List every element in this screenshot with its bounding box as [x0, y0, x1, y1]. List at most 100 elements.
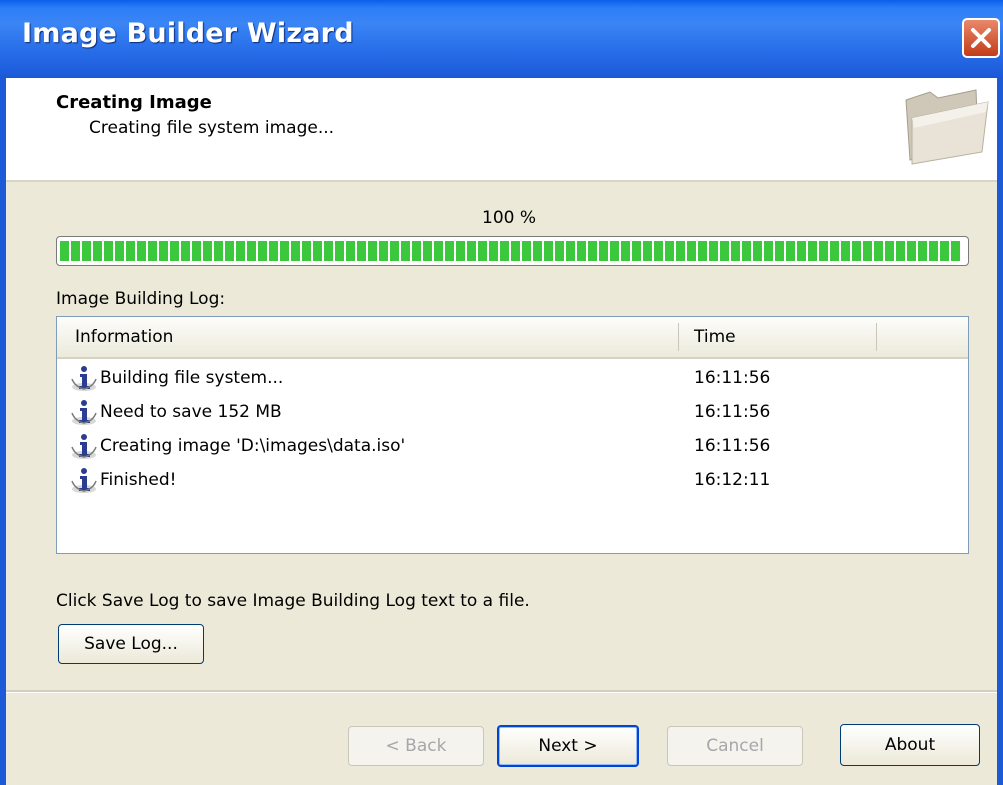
progress-segment: [489, 241, 498, 261]
save-log-hint: Click Save Log to save Image Building Lo…: [56, 591, 530, 611]
progress-segment: [544, 241, 553, 261]
progress-segment: [577, 241, 586, 261]
log-list-header: Information Time: [57, 317, 968, 359]
progress-segment: [621, 241, 630, 261]
progress-segment: [478, 241, 487, 261]
progress-segment: [929, 241, 938, 261]
progress-segment: [423, 241, 432, 261]
progress-segment: [434, 241, 443, 261]
about-button[interactable]: About: [840, 724, 980, 766]
log-time: 16:11:56: [694, 402, 771, 422]
progress-segment: [148, 241, 157, 261]
progress-percent: 100 %: [482, 208, 537, 228]
progress-segment: [236, 241, 245, 261]
progress-segment: [71, 241, 80, 261]
progress-segment: [104, 241, 113, 261]
progress-segment: [940, 241, 949, 261]
wizard-header: Creating Image Creating file system imag…: [6, 78, 997, 182]
progress-segment: [797, 241, 806, 261]
progress-segment: [357, 241, 366, 261]
progress-segment: [390, 241, 399, 261]
log-row[interactable]: Need to save 152 MB 16:11:56: [57, 396, 968, 430]
progress-segment: [247, 241, 256, 261]
progress-segment: [819, 241, 828, 261]
log-row[interactable]: Building file system... 16:11:56: [57, 362, 968, 396]
log-row[interactable]: Finished! 16:12:11: [57, 464, 968, 498]
column-separator[interactable]: [678, 323, 679, 351]
title-bar[interactable]: Image Builder Wizard: [0, 0, 1003, 78]
column-header-information[interactable]: Information: [75, 327, 173, 347]
next-button[interactable]: Next >: [497, 725, 639, 767]
progress-segment: [907, 241, 916, 261]
progress-segment: [775, 241, 784, 261]
progress-segment: [764, 241, 773, 261]
progress-bar: [56, 236, 969, 266]
progress-segment: [346, 241, 355, 261]
progress-segment: [808, 241, 817, 261]
progress-segment: [379, 241, 388, 261]
log-message: Building file system...: [100, 368, 284, 388]
progress-segment: [632, 241, 641, 261]
progress-segment: [720, 241, 729, 261]
progress-segment: [676, 241, 685, 261]
column-separator[interactable]: [876, 323, 877, 351]
progress-segment: [588, 241, 597, 261]
progress-segment: [126, 241, 135, 261]
button-divider: [6, 690, 997, 693]
log-label: Image Building Log:: [56, 289, 226, 309]
progress-segment: [137, 241, 146, 261]
log-list[interactable]: Information Time Building file system...…: [56, 316, 969, 554]
page-subtitle: Creating file system image...: [89, 118, 335, 138]
progress-segment: [654, 241, 663, 261]
progress-segment: [643, 241, 652, 261]
folder-icon: [905, 89, 989, 165]
back-button[interactable]: < Back: [348, 726, 484, 766]
window-frame-right: [997, 78, 1003, 785]
progress-segment: [324, 241, 333, 261]
progress-segment: [192, 241, 201, 261]
progress-segment: [533, 241, 542, 261]
progress-segment: [159, 241, 168, 261]
progress-segment: [555, 241, 564, 261]
progress-segment: [786, 241, 795, 261]
close-button[interactable]: [962, 18, 1000, 58]
log-time: 16:11:56: [694, 436, 771, 456]
progress-segment: [885, 241, 894, 261]
progress-segment: [313, 241, 322, 261]
log-message: Finished!: [100, 470, 177, 490]
progress-segment: [456, 241, 465, 261]
save-log-button[interactable]: Save Log...: [58, 624, 204, 664]
progress-segment: [368, 241, 377, 261]
progress-segment: [280, 241, 289, 261]
info-icon: [71, 366, 97, 391]
progress-segment: [830, 241, 839, 261]
log-time: 16:11:56: [694, 368, 771, 388]
progress-segment: [214, 241, 223, 261]
progress-segment: [115, 241, 124, 261]
cancel-button[interactable]: Cancel: [667, 726, 803, 766]
progress-segment: [896, 241, 905, 261]
progress-segment: [566, 241, 575, 261]
log-message: Need to save 152 MB: [100, 402, 282, 422]
progress-fill: [60, 241, 960, 261]
progress-segment: [522, 241, 531, 261]
page-title: Creating Image: [56, 92, 212, 113]
progress-segment: [203, 241, 212, 261]
progress-segment: [841, 241, 850, 261]
log-row[interactable]: Creating image 'D:\images\data.iso' 16:1…: [57, 430, 968, 464]
log-time: 16:12:11: [694, 470, 771, 490]
progress-segment: [181, 241, 190, 261]
wizard-window: Image Builder Wizard Creating Image Crea…: [0, 0, 1003, 785]
progress-segment: [445, 241, 454, 261]
progress-segment: [401, 241, 410, 261]
progress-segment: [467, 241, 476, 261]
progress-segment: [698, 241, 707, 261]
progress-segment: [511, 241, 520, 261]
progress-segment: [412, 241, 421, 261]
progress-segment: [709, 241, 718, 261]
progress-segment: [753, 241, 762, 261]
progress-segment: [687, 241, 696, 261]
progress-segment: [82, 241, 91, 261]
progress-segment: [500, 241, 509, 261]
column-header-time[interactable]: Time: [694, 327, 736, 347]
